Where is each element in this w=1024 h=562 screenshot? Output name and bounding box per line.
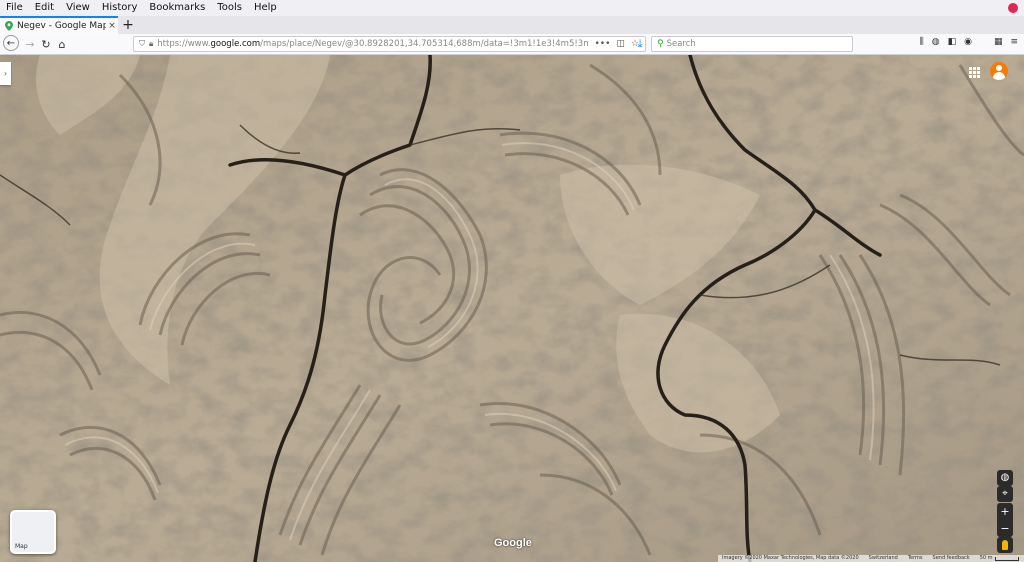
home-button[interactable]: ⌂ — [54, 36, 70, 52]
hamburger-menu-icon[interactable]: ≡ — [1010, 37, 1018, 47]
region-link[interactable]: Switzerland — [869, 555, 898, 562]
search-icon: ⚲ — [657, 39, 664, 49]
zoom-out-button[interactable]: − — [997, 520, 1013, 537]
tab-close-icon[interactable]: × — [106, 21, 118, 31]
menu-tools[interactable]: Tools — [211, 0, 248, 16]
search-input[interactable]: ⚲ Search — [651, 36, 853, 52]
url-prefix: https://www. — [157, 39, 211, 49]
globe-view-button[interactable]: ◍ — [997, 470, 1013, 486]
sidebar-icon[interactable]: ◧ — [948, 37, 957, 47]
url-bar[interactable]: ⛉ 🔒︎ https://www.google.com/maps/place/N… — [133, 36, 646, 52]
scale-label: 50 m — [979, 555, 993, 561]
search-placeholder: Search — [666, 39, 696, 49]
extensions-icon[interactable]: ▦ — [994, 37, 1003, 47]
sync-icon[interactable]: ◍ — [932, 37, 940, 47]
navigation-bar: ← → ↻ ⌂ ⛉ 🔒︎ https://www.google.com/maps… — [0, 34, 1024, 55]
pegman-icon — [1002, 540, 1008, 550]
pegman-button[interactable] — [997, 537, 1013, 553]
satellite-map[interactable]: › ◍ ⌖ + − Map Google Imagery ©2020 Maxar… — [0, 55, 1024, 562]
menu-file[interactable]: File — [0, 0, 29, 16]
download-icon: ⤓ — [637, 37, 643, 50]
scale-bar[interactable]: 50 m — [980, 555, 1019, 562]
tab-strip: Negev - Google Maps × + — [0, 16, 1024, 34]
scale-bar-line — [994, 556, 1019, 561]
reload-button[interactable]: ↻ — [38, 36, 54, 52]
menu-bar: File Edit View History Bookmarks Tools H… — [0, 0, 1024, 16]
maps-pin-icon — [5, 21, 13, 31]
shield-icon[interactable]: ⛉ — [134, 39, 145, 49]
page-actions-icon[interactable]: ••• — [594, 39, 610, 49]
back-button[interactable]: ← — [3, 35, 19, 51]
library-icon[interactable]: ⫼ — [920, 37, 924, 47]
back-arrow-icon: ← — [6, 37, 16, 49]
new-tab-button[interactable]: + — [121, 16, 135, 34]
imagery-attribution: Imagery ©2020 Maxar Technologies, Map da… — [722, 555, 859, 561]
account-avatar[interactable] — [990, 62, 1008, 80]
tab-title: Negev - Google Maps — [17, 21, 106, 31]
tab-google-maps[interactable]: Negev - Google Maps × — [0, 16, 118, 34]
satellite-imagery — [0, 55, 1024, 562]
forward-arrow-icon: → — [25, 37, 35, 51]
google-apps-icon[interactable] — [969, 67, 980, 78]
window-close-button[interactable] — [1008, 3, 1018, 13]
toolbar-right: ⫼ ◍ ◧ ◉ ▦ ≡ — [920, 37, 1018, 47]
location-target-icon: ⌖ — [1002, 488, 1008, 499]
url-domain: google.com — [210, 39, 261, 49]
my-location-button[interactable]: ⌖ — [997, 486, 1013, 502]
reload-icon: ↻ — [41, 37, 51, 51]
zoom-control: + − — [997, 503, 1013, 537]
terms-link[interactable]: Terms — [908, 555, 923, 562]
map-layer-toggle[interactable]: Map — [10, 510, 56, 554]
sidebar-toggle-button[interactable]: › — [0, 62, 11, 85]
url-path: /maps/place/Negev/@30.8928201,34.705314,… — [260, 39, 589, 49]
forward-button[interactable]: → — [22, 36, 38, 52]
menu-view[interactable]: View — [60, 0, 96, 16]
home-icon: ⌂ — [58, 37, 66, 51]
menu-history[interactable]: History — [96, 0, 144, 16]
layer-label: Map — [15, 543, 28, 550]
menu-bookmarks[interactable]: Bookmarks — [143, 0, 211, 16]
menu-help[interactable]: Help — [248, 0, 283, 16]
google-logo: Google — [494, 537, 532, 549]
download-button[interactable]: ⤓ — [632, 36, 648, 52]
account-icon[interactable]: ◉ — [964, 37, 972, 47]
send-feedback-link[interactable]: Send feedback — [933, 555, 970, 562]
lock-icon[interactable]: 🔒︎ — [145, 39, 153, 49]
attribution-bar: Imagery ©2020 Maxar Technologies, Map da… — [718, 555, 1024, 562]
zoom-in-button[interactable]: + — [997, 503, 1013, 520]
menu-edit[interactable]: Edit — [29, 0, 60, 16]
pocket-icon[interactable]: ◫ — [616, 39, 625, 49]
url-text[interactable]: https://www.google.com/maps/place/Negev/… — [153, 39, 588, 49]
globe-icon: ◍ — [1000, 472, 1010, 483]
